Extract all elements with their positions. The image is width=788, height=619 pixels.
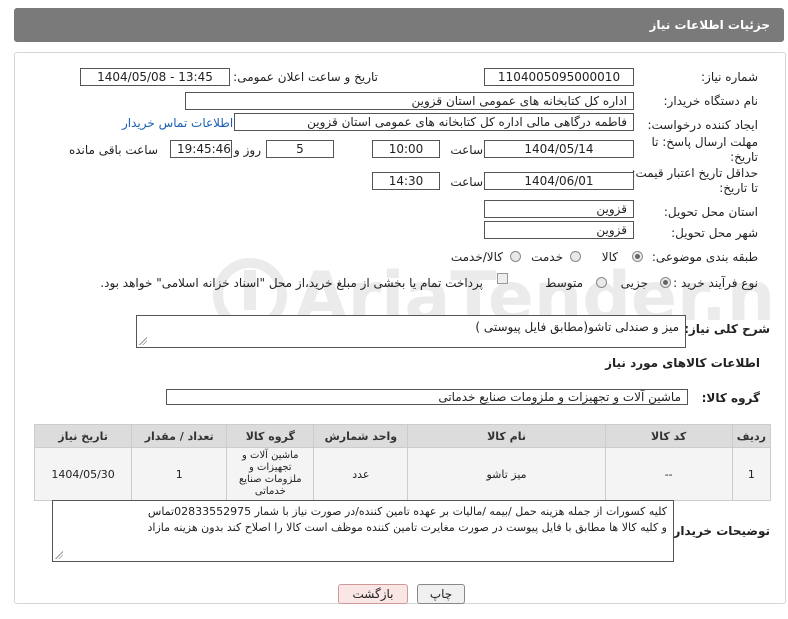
process-radio-minor[interactable]	[660, 277, 671, 288]
goods-table: ردیف کد کالا نام کالا واحد شمارش گروه کا…	[33, 424, 772, 501]
need-number-field[interactable]: 1104005095000010	[484, 68, 634, 86]
table-row[interactable]: 1 -- میز تاشو عدد ماشین آلات و تجهیزات و…	[33, 447, 772, 501]
category-radio-service[interactable]	[570, 251, 581, 262]
category-label: طبقه بندی موضوعی:	[651, 250, 758, 264]
deadline-time-label: ساعت	[450, 143, 483, 157]
buyer-org-field[interactable]: اداره کل کتابخانه های عمومی استان قزوین	[185, 92, 634, 110]
process-label: نوع فرآیند خرید :	[673, 276, 758, 290]
deadline-time-field[interactable]: 10:00	[372, 140, 440, 158]
remaining-time-field[interactable]: 19:45:46	[170, 140, 232, 158]
announce-label: تاریخ و ساعت اعلان عمومی:	[233, 70, 378, 84]
min-validity-label: حداقل تاریخ اعتبار قیمت: تا تاریخ:	[631, 166, 758, 195]
province-label: استان محل تحویل:	[663, 205, 758, 219]
cell-code: --	[604, 447, 733, 501]
resize-grip-icon[interactable]	[139, 337, 147, 345]
description-label: شرح کلی نیاز:	[684, 322, 770, 336]
deadline-date-field[interactable]: 1404/05/14	[484, 140, 634, 158]
announce-field[interactable]: 1404/05/08 - 13:45	[80, 68, 230, 86]
need-number-label: شماره نیاز:	[701, 70, 758, 84]
process-option-minor: جزیی	[620, 276, 648, 290]
col-date: تاریخ نیاز	[33, 424, 133, 448]
cell-row: 1	[731, 447, 772, 501]
province-field[interactable]: قزوین	[484, 200, 634, 218]
col-name: نام کالا	[407, 424, 606, 448]
col-qty: تعداد / مقدار	[131, 424, 228, 448]
validity-date-field[interactable]: 1404/06/01	[484, 172, 634, 190]
process-option-medium: متوسط	[545, 276, 583, 290]
days-field[interactable]: 5	[266, 140, 334, 158]
deadline-label: مهلت ارسال پاسخ: تا تاریخ:	[651, 135, 758, 164]
buyer-org-label: نام دستگاه خریدار:	[663, 94, 759, 108]
category-radio-goods-service[interactable]	[510, 251, 521, 262]
buyer-notes-textarea[interactable]: کلیه کسورات از جمله هزینه حمل /بیمه /مال…	[52, 500, 674, 562]
back-button[interactable]: بازگشت	[338, 584, 408, 604]
days-label: روز و	[234, 143, 261, 157]
category-option-goods-service: کالا/خدمت	[450, 250, 503, 264]
page-title: جزئیات اطلاعات نیاز	[649, 18, 770, 32]
description-textarea[interactable]: میز و صندلی تاشو(مطابق فایل پیوستی )	[136, 315, 686, 348]
col-group: گروه کالا	[226, 424, 315, 448]
creator-label: ایجاد کننده درخواست:	[647, 118, 758, 132]
cell-date: 1404/05/30	[33, 447, 133, 501]
category-option-goods: کالا	[601, 250, 618, 264]
goods-group-field[interactable]: ماشین آلات و تجهیزات و ملزومات صنایع خدم…	[166, 389, 688, 405]
creator-field[interactable]: فاطمه درگاهی مالی اداره کل کتابخانه های …	[234, 113, 634, 131]
resize-grip-icon[interactable]	[55, 551, 63, 559]
cell-group: ماشین آلات و تجهیزات و ملزومات صنایع خدم…	[226, 447, 315, 501]
buyer-notes-line-1: کلیه کسورات از جمله هزینه حمل /بیمه /مال…	[147, 505, 667, 518]
city-label: شهر محل تحویل:	[671, 226, 758, 240]
buyer-notes-label: توضیحات خریدار:	[668, 524, 770, 538]
goods-group-label: گروه کالا:	[701, 391, 760, 405]
cell-name: میز تاشو	[407, 447, 606, 501]
city-field[interactable]: قزوین	[484, 221, 634, 239]
category-radio-goods[interactable]	[632, 251, 643, 262]
buyer-notes-line-2: و کلیه کالا ها مطابق با فایل پیوست در صو…	[147, 521, 668, 534]
col-code: کد کالا	[604, 424, 733, 448]
goods-section-title: اطلاعات کالاهای مورد نیاز	[605, 356, 760, 370]
payment-note: پرداخت تمام یا بخشی از مبلغ خرید،از محل …	[100, 276, 483, 290]
category-option-service: خدمت	[531, 250, 563, 264]
validity-time-label: ساعت	[450, 175, 483, 189]
print-button[interactable]: چاپ	[417, 584, 465, 604]
col-row: ردیف	[731, 424, 772, 448]
page-header: جزئیات اطلاعات نیاز	[14, 8, 784, 42]
cell-qty: 1	[131, 447, 228, 501]
cell-unit: عدد	[313, 447, 409, 501]
contact-info-link[interactable]: اطلاعات تماس خریدار	[122, 116, 233, 130]
process-radio-medium[interactable]	[596, 277, 607, 288]
treasury-payment-checkbox[interactable]	[497, 273, 508, 284]
description-text: میز و صندلی تاشو(مطابق فایل پیوستی )	[475, 320, 679, 334]
validity-time-field[interactable]: 14:30	[372, 172, 440, 190]
col-unit: واحد شمارش	[313, 424, 409, 448]
goods-table-header: ردیف کد کالا نام کالا واحد شمارش گروه کا…	[33, 424, 772, 448]
remaining-label: ساعت باقی مانده	[68, 143, 158, 157]
